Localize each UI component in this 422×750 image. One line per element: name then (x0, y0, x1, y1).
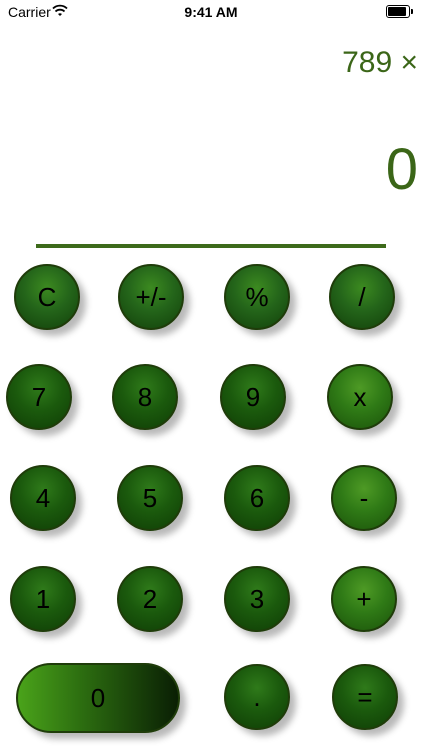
plus-button[interactable]: + (331, 566, 397, 632)
display-divider (36, 244, 386, 248)
divide-button[interactable]: / (329, 264, 395, 330)
decimal-button[interactable]: . (224, 664, 290, 730)
percent-button[interactable]: % (224, 264, 290, 330)
clear-button[interactable]: C (14, 264, 80, 330)
digit-6-button[interactable]: 6 (224, 465, 290, 531)
expression-display: 789 × (342, 46, 418, 79)
digit-4-button[interactable]: 4 (10, 465, 76, 531)
digit-5-button[interactable]: 5 (117, 465, 183, 531)
digit-2-button[interactable]: 2 (117, 566, 183, 632)
multiply-button[interactable]: x (327, 364, 393, 430)
status-time: 9:41 AM (184, 4, 238, 20)
digit-1-button[interactable]: 1 (10, 566, 76, 632)
digit-7-button[interactable]: 7 (6, 364, 72, 430)
equals-button[interactable]: = (332, 664, 398, 730)
minus-button[interactable]: - (331, 465, 397, 531)
plus-minus-button[interactable]: +/- (118, 264, 184, 330)
digit-8-button[interactable]: 8 (112, 364, 178, 430)
status-bar: Carrier 9:41 AM (0, 0, 422, 24)
digit-9-button[interactable]: 9 (220, 364, 286, 430)
digit-3-button[interactable]: 3 (224, 566, 290, 632)
result-display: 0 (385, 137, 418, 202)
digit-0-button[interactable]: 0 (16, 663, 180, 733)
battery-icon (386, 5, 413, 18)
